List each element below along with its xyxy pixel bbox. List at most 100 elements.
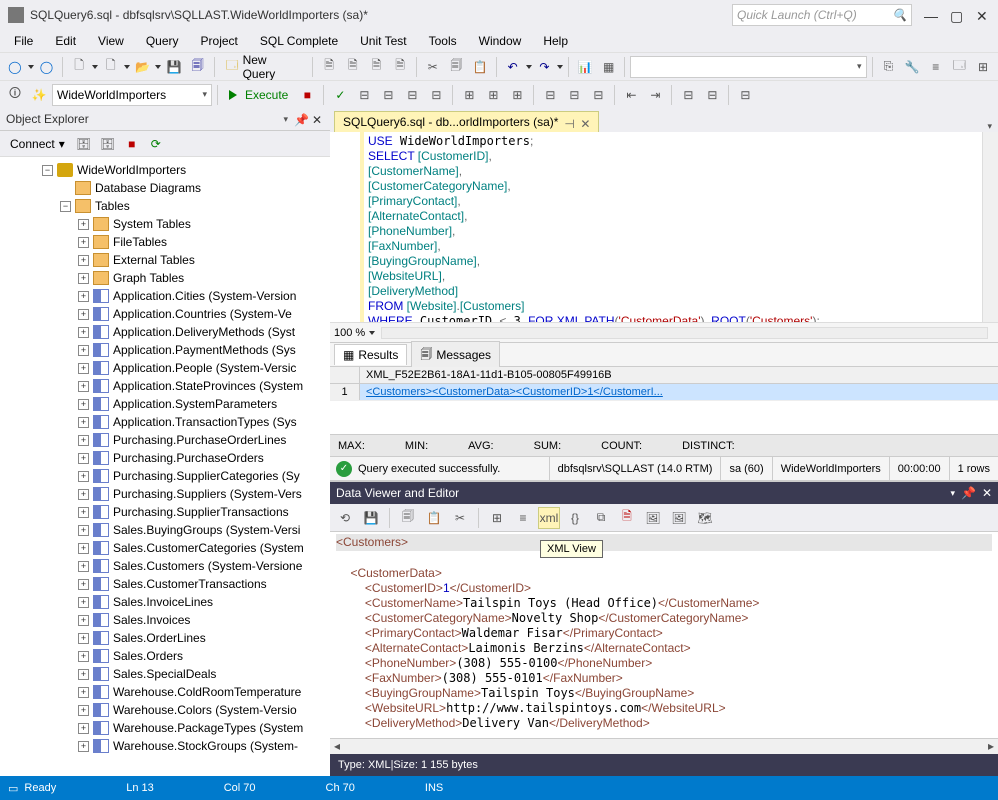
- break-all-button[interactable]: ⊟: [734, 84, 756, 106]
- parse-button[interactable]: ✓: [329, 84, 351, 106]
- expand-icon[interactable]: +: [78, 723, 89, 734]
- dv-copy-button[interactable]: 🗐: [397, 507, 419, 529]
- tree-table-5[interactable]: +Application.StateProvinces (System: [0, 377, 330, 395]
- tree-folder-tables[interactable]: −Tables: [0, 197, 330, 215]
- client-stats-button[interactable]: ⊟: [401, 84, 423, 106]
- dropdown-icon[interactable]: ▾: [950, 488, 955, 499]
- close-panel-icon[interactable]: ✕: [312, 113, 324, 125]
- dv-img1-button[interactable]: 🖼: [642, 507, 664, 529]
- results-grid-button[interactable]: ⊞: [482, 84, 504, 106]
- dv-paste-button[interactable]: 📋: [423, 507, 445, 529]
- tree-table-10[interactable]: +Purchasing.SupplierCategories (Sy: [0, 467, 330, 485]
- menu-query[interactable]: Query: [136, 32, 189, 50]
- results-file-button[interactable]: ⊞: [506, 84, 528, 106]
- menu-tools[interactable]: Tools: [419, 32, 467, 50]
- expand-icon[interactable]: +: [78, 381, 89, 392]
- tree-subfolder-1[interactable]: +FileTables: [0, 233, 330, 251]
- dv-json-button[interactable]: {}: [564, 507, 586, 529]
- expand-icon[interactable]: +: [78, 291, 89, 302]
- tree-table-4[interactable]: +Application.People (System-Versic: [0, 359, 330, 377]
- dv-cut-button[interactable]: ✂: [449, 507, 471, 529]
- tree-table-3[interactable]: +Application.PaymentMethods (Sys: [0, 341, 330, 359]
- ic-params-button[interactable]: 🛈: [4, 84, 26, 106]
- expand-icon[interactable]: +: [78, 633, 89, 644]
- save-all-button[interactable]: 🗐: [187, 56, 209, 78]
- script-dax-button[interactable]: 🗎: [389, 56, 411, 78]
- expand-icon[interactable]: +: [78, 273, 89, 284]
- tree-table-0[interactable]: +Application.Cities (System-Version: [0, 287, 330, 305]
- script-xmla-button[interactable]: 🗎: [366, 56, 388, 78]
- tree-table-22[interactable]: +Warehouse.ColdRoomTemperature: [0, 683, 330, 701]
- nav-fwd-button[interactable]: ◯: [36, 56, 58, 78]
- menu-sqlcomplete[interactable]: SQL Complete: [250, 32, 348, 50]
- dv-spatial-button[interactable]: 🗺: [694, 507, 716, 529]
- comment-button[interactable]: ⊟: [539, 84, 561, 106]
- menu-view[interactable]: View: [88, 32, 134, 50]
- redo-button[interactable]: ↷: [534, 56, 556, 78]
- filter-button[interactable]: 🗄: [73, 133, 95, 155]
- tree-db-node[interactable]: −WideWorldImporters: [0, 161, 330, 179]
- editor-text[interactable]: USE WideWorldImporters; SELECT [Customer…: [364, 132, 982, 322]
- dropdown-icon[interactable]: ▾: [283, 114, 288, 125]
- live-stats-button[interactable]: ⊟: [425, 84, 447, 106]
- expand-icon[interactable]: +: [78, 705, 89, 716]
- pin-icon[interactable]: 📌: [961, 486, 976, 500]
- dv-save-button[interactable]: 💾: [360, 507, 382, 529]
- filter2-button[interactable]: 🗄: [97, 133, 119, 155]
- indent-less-button[interactable]: ⇤: [620, 84, 642, 106]
- tree-table-19[interactable]: +Sales.OrderLines: [0, 629, 330, 647]
- horizontal-scrollbar[interactable]: [344, 739, 984, 754]
- scroll-left-icon[interactable]: ◂: [330, 739, 344, 754]
- expand-icon[interactable]: +: [78, 507, 89, 518]
- specify-values2-button[interactable]: ⊟: [701, 84, 723, 106]
- new-query-button[interactable]: 🗔New Query: [220, 56, 308, 78]
- uncomment-button[interactable]: ⊟: [563, 84, 585, 106]
- result-cell-xml[interactable]: <Customers><CustomerData><CustomerID>1</…: [360, 384, 998, 400]
- quick-launch-input[interactable]: Quick Launch (Ctrl+Q) 🔍: [732, 4, 912, 26]
- new-item-button[interactable]: 🗋: [100, 56, 122, 78]
- sql-editor[interactable]: USE WideWorldImporters; SELECT [Customer…: [330, 132, 998, 322]
- tree-subfolder-2[interactable]: +External Tables: [0, 251, 330, 269]
- ext2-button[interactable]: 🔧: [901, 56, 923, 78]
- tab-overflow-icon[interactable]: ▾: [981, 121, 998, 132]
- new-project-button[interactable]: 🗋: [68, 56, 90, 78]
- ext4-button[interactable]: 🗔: [949, 56, 971, 78]
- solution-config-combo[interactable]: ▾: [630, 56, 866, 78]
- dv-text-button[interactable]: ≡: [512, 507, 534, 529]
- tree-table-20[interactable]: +Sales.Orders: [0, 647, 330, 665]
- display-plan-button[interactable]: ⊟: [353, 84, 375, 106]
- tree-table-24[interactable]: +Warehouse.PackageTypes (System: [0, 719, 330, 737]
- ext5-button[interactable]: ⊞: [972, 56, 994, 78]
- expand-icon[interactable]: +: [78, 669, 89, 680]
- menu-help[interactable]: Help: [533, 32, 578, 50]
- specify-values-button[interactable]: ⊟: [677, 84, 699, 106]
- tree-table-15[interactable]: +Sales.Customers (System-Versione: [0, 557, 330, 575]
- data-viewer-content[interactable]: <Customers> <CustomerData> <CustomerID>1…: [330, 532, 998, 738]
- ic-wand-button[interactable]: ✨: [28, 84, 50, 106]
- tree-table-13[interactable]: +Sales.BuyingGroups (System-Versi: [0, 521, 330, 539]
- pin-icon[interactable]: 📌: [294, 113, 306, 125]
- expand-icon[interactable]: +: [78, 543, 89, 554]
- tree-table-12[interactable]: +Purchasing.SupplierTransactions: [0, 503, 330, 521]
- tree-table-7[interactable]: +Application.TransactionTypes (Sys: [0, 413, 330, 431]
- expand-icon[interactable]: +: [78, 687, 89, 698]
- document-tab-active[interactable]: SQLQuery6.sql - db...orldImporters (sa)*…: [334, 111, 599, 132]
- activity-button[interactable]: ▦: [598, 56, 620, 78]
- expand-icon[interactable]: +: [78, 651, 89, 662]
- tree-table-11[interactable]: +Purchasing.Suppliers (System-Vers: [0, 485, 330, 503]
- tree-table-6[interactable]: +Application.SystemParameters: [0, 395, 330, 413]
- dv-xml-view-button[interactable]: xml: [538, 507, 560, 529]
- tree-table-23[interactable]: +Warehouse.Colors (System-Versio: [0, 701, 330, 719]
- tree-table-25[interactable]: +Warehouse.StockGroups (System-: [0, 737, 330, 755]
- zoom-value[interactable]: 100 %: [334, 327, 365, 339]
- tree-table-2[interactable]: +Application.DeliveryMethods (Syst: [0, 323, 330, 341]
- tree-table-14[interactable]: +Sales.CustomerCategories (System: [0, 539, 330, 557]
- vertical-scrollbar[interactable]: [982, 132, 998, 322]
- expand-icon[interactable]: +: [78, 219, 89, 230]
- minimize-button[interactable]: —: [924, 8, 938, 22]
- menu-project[interactable]: Project: [191, 32, 248, 50]
- expand-icon[interactable]: −: [60, 201, 71, 212]
- tree-table-8[interactable]: +Purchasing.PurchaseOrderLines: [0, 431, 330, 449]
- dropdown-icon[interactable]: [28, 65, 34, 69]
- dv-reload-button[interactable]: ⟲: [334, 507, 356, 529]
